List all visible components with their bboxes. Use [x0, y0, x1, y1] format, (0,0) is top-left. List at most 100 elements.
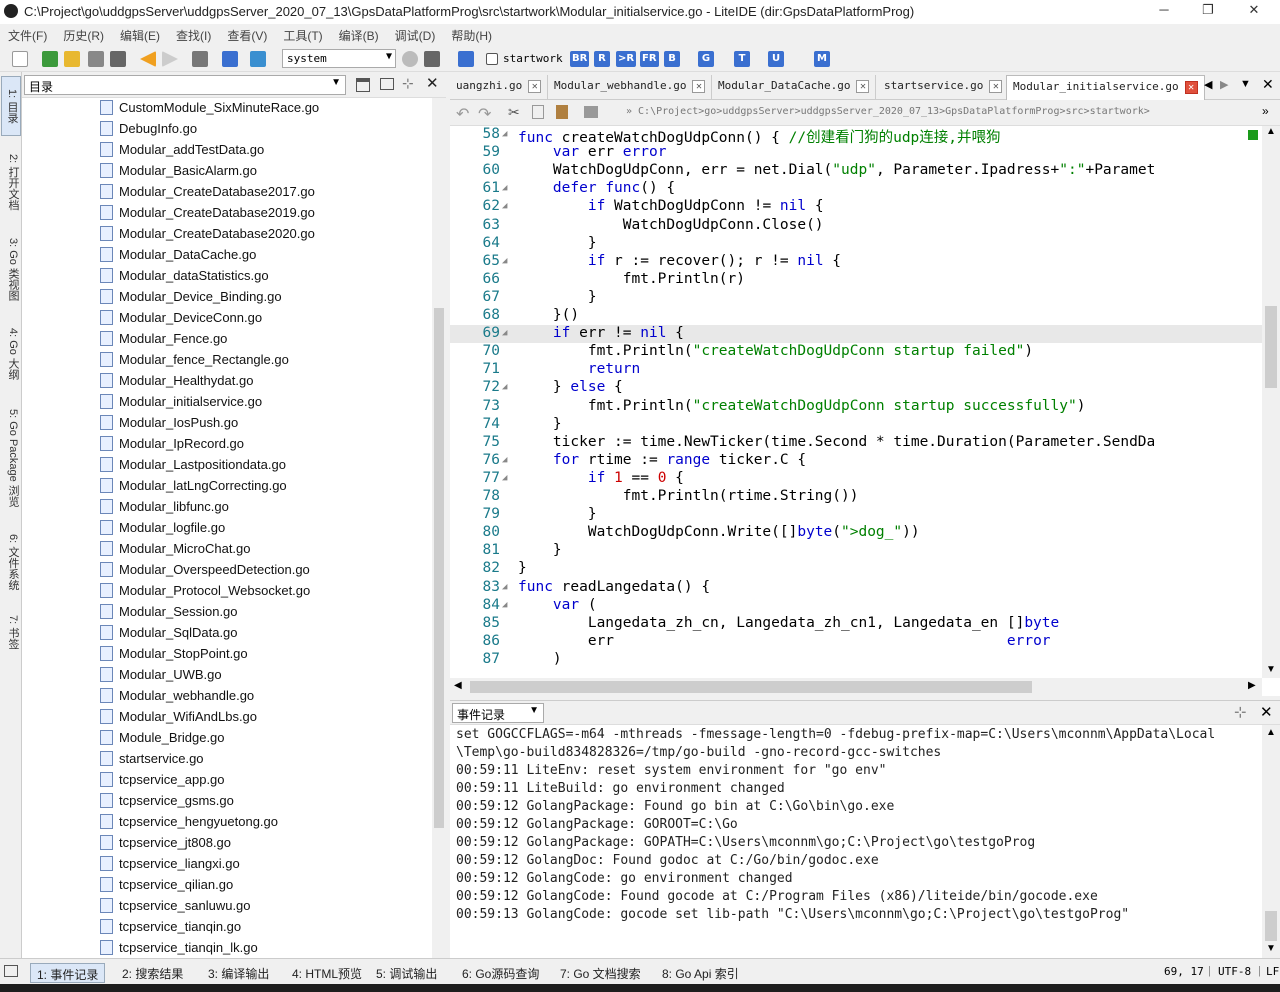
close-tab-icon[interactable]: ✕ — [989, 79, 1003, 93]
menu-file[interactable]: 文件(F) — [0, 24, 55, 44]
scroll-right-icon[interactable]: ▶ — [1248, 680, 1256, 691]
editor-tab-active[interactable]: Modular_initialservice.go ✕ — [1006, 75, 1205, 100]
breadcrumb[interactable]: » C:\Project>go>uddgpsServer>uddgpsServe… — [626, 106, 1150, 117]
tab-list-icon[interactable]: ▼ — [1240, 78, 1251, 90]
file-tree-item[interactable]: tcpservice_sanluwu.go — [100, 898, 251, 919]
file-tree-item[interactable]: Modular_DataCache.go — [100, 247, 256, 268]
code-line[interactable]: 84 ◢ var ( — [450, 597, 1262, 615]
code-line[interactable]: 67 } — [450, 289, 1262, 307]
menu-history[interactable]: 历史(R) — [55, 24, 112, 44]
file-tree-item[interactable]: Modular_MicroChat.go — [100, 541, 251, 562]
file-tree-item[interactable]: Modular_fence_Rectangle.go — [100, 352, 289, 373]
fold-marker-icon[interactable]: ◢ — [502, 473, 507, 483]
code-line[interactable]: 75 ticker := time.NewTicker(time.Second … — [450, 434, 1262, 452]
close-panel-icon[interactable]: ✕ — [426, 74, 439, 92]
file-tree-item[interactable]: tcpservice_hengyuetong.go — [100, 814, 278, 835]
editor-tab[interactable]: Modular_webhandle.go ✕ — [548, 75, 713, 100]
fold-marker-icon[interactable]: ◢ — [502, 183, 507, 193]
scrollbar-thumb[interactable] — [434, 308, 444, 828]
test-button[interactable]: T — [734, 51, 750, 67]
build-button[interactable]: B — [664, 51, 680, 67]
run-terminal-button[interactable]: >R — [616, 51, 637, 67]
settings-gear-icon[interactable] — [458, 51, 474, 67]
file-tree-item[interactable]: Modular_CreateDatabase2019.go — [100, 205, 315, 226]
file-tree-item[interactable]: Modular_BasicAlarm.go — [100, 163, 257, 184]
file-tree-item[interactable]: tcpservice_tianqin_lk.go — [100, 940, 258, 958]
code-line[interactable]: 62 ◢ if WatchDogUdpConn != nil { — [450, 198, 1262, 216]
scroll-left-icon[interactable]: ◀ — [454, 680, 462, 691]
tab-go-api-index[interactable]: 8: Go Api 索引 — [656, 963, 745, 983]
split-icon[interactable] — [380, 78, 394, 90]
tab-go-class-view[interactable]: 3: Go 类视图 — [1, 228, 21, 310]
file-tree-item[interactable]: Modular_addTestData.go — [100, 142, 264, 163]
tab-go-source-query[interactable]: 6: Go源码查询 — [456, 963, 545, 983]
menu-find[interactable]: 查找(I) — [168, 24, 219, 44]
tab-debug-output[interactable]: 5: 调试输出 — [370, 963, 443, 983]
file-tree-item[interactable]: CustomModule_SixMinuteRace.go — [100, 100, 319, 121]
code-line[interactable]: 72 ◢ } else { — [450, 379, 1262, 397]
scroll-down-icon[interactable]: ▼ — [1266, 943, 1276, 954]
code-line[interactable]: 87 ) — [450, 651, 1262, 669]
scroll-up-icon[interactable]: ▲ — [1266, 727, 1276, 738]
menu-help[interactable]: 帮助(H) — [443, 24, 500, 44]
editor-tab[interactable]: startservice.go ✕ — [878, 75, 1010, 100]
menu-view[interactable]: 查看(V) — [219, 24, 275, 44]
scrollbar-thumb[interactable] — [1265, 306, 1277, 388]
close-editor-icon[interactable]: ✕ — [1262, 76, 1274, 93]
file-tree-item[interactable]: tcpservice_jt808.go — [100, 835, 231, 856]
file-tree-item[interactable]: Modular_SqlData.go — [100, 625, 238, 646]
editor-tab[interactable]: uangzhi.go ✕ — [450, 75, 549, 100]
code-line[interactable]: 58 ◢ func createWatchDogUdpConn() { //创建看门… — [450, 126, 1262, 146]
tab-go-package-browser[interactable]: 5: Go Package 浏览 — [1, 398, 21, 518]
save-icon[interactable] — [88, 51, 104, 67]
code-line[interactable]: 68 }() — [450, 307, 1262, 325]
back-icon[interactable] — [140, 51, 156, 67]
code-line[interactable]: 82} — [450, 560, 1262, 578]
module-button[interactable]: M — [814, 51, 830, 67]
open-folder-icon[interactable] — [64, 51, 80, 67]
fold-marker-icon[interactable]: ◢ — [502, 256, 507, 266]
tab-search-results[interactable]: 2: 搜索结果 — [116, 963, 189, 983]
file-tree-item[interactable]: Modular_Device_Binding.go — [100, 289, 282, 310]
file-tree-item[interactable]: Modular_OverspeedDetection.go — [100, 562, 310, 583]
minimize-button[interactable]: ─ — [1144, 2, 1184, 22]
file-tree-item[interactable]: tcpservice_liangxi.go — [100, 856, 240, 877]
redo-icon[interactable]: ↷ — [478, 104, 491, 124]
run-button[interactable]: R — [594, 51, 610, 67]
code-line[interactable]: 79 } — [450, 506, 1262, 524]
code-line[interactable]: 83 ◢ func readLangedata() { — [450, 579, 1262, 597]
code-line[interactable]: 80 WatchDogUdpConn.Write([]byte(">dog_")… — [450, 524, 1262, 542]
code-line[interactable]: 73 fmt.Println("createWatchDogUdpConn st… — [450, 398, 1262, 416]
tab-directory[interactable]: 1: 目录 — [1, 76, 21, 136]
startwork-checkbox[interactable] — [486, 53, 498, 65]
file-tree-item[interactable]: Modular_Protocol_Websocket.go — [100, 583, 310, 604]
menu-edit[interactable]: 编辑(E) — [112, 24, 168, 44]
editor-vertical-scrollbar[interactable]: ▲ ▼ — [1248, 126, 1280, 678]
file-tree-item[interactable]: DebugInfo.go — [100, 121, 197, 142]
file-tree-item[interactable]: Modular_StopPoint.go — [100, 646, 248, 667]
tab-open-documents[interactable]: 2: 打开文档 — [1, 144, 21, 220]
scroll-up-icon[interactable]: ▲ — [1266, 126, 1276, 137]
tab-file-system[interactable]: 6: 文件系统 — [1, 526, 21, 598]
file-tree-item[interactable]: tcpservice_app.go — [100, 772, 225, 793]
forward-icon[interactable] — [162, 51, 178, 67]
float-icon[interactable]: ⊹ — [1234, 703, 1247, 721]
file-tree-item[interactable]: Modular_CreateDatabase2020.go — [100, 226, 315, 247]
code-line[interactable]: 78 fmt.Println(rtime.String()) — [450, 488, 1262, 506]
close-tab-icon[interactable]: ✕ — [692, 79, 706, 93]
editor-horizontal-scrollbar[interactable]: ◀ ▶ — [450, 678, 1262, 696]
code-view[interactable]: 58 ◢ func createWatchDogUdpConn() { //创建看门… — [450, 126, 1262, 678]
close-tab-icon[interactable]: ✕ — [856, 79, 870, 93]
output-scrollbar[interactable]: ▲ ▼ — [1262, 725, 1280, 959]
code-line[interactable]: 69 ◢ if err != nil { — [450, 325, 1262, 344]
undo-icon[interactable]: ↶ — [456, 104, 469, 124]
file-tree-item[interactable]: tcpservice_qilian.go — [100, 877, 233, 898]
file-tree-item[interactable]: Modular_webhandle.go — [100, 688, 254, 709]
fold-marker-icon[interactable]: ◢ — [502, 382, 507, 392]
code-line[interactable]: 65 ◢ if r := recover(); r != nil { — [450, 253, 1262, 271]
file-tree-item[interactable]: Modular_dataStatistics.go — [100, 268, 269, 289]
file-tree-item[interactable]: Modular_latLngCorrecting.go — [100, 478, 287, 499]
close-output-icon[interactable]: ✕ — [1260, 703, 1273, 721]
fold-marker-icon[interactable]: ◢ — [502, 582, 507, 592]
file-run-button[interactable]: FR — [640, 51, 659, 67]
